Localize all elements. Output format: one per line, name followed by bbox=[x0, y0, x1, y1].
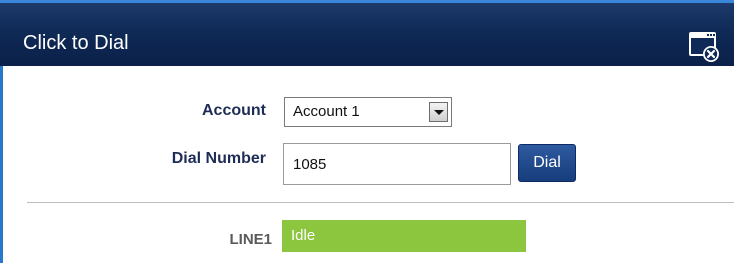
line-status-text: Idle bbox=[291, 227, 316, 244]
dial-number-label: Dial Number bbox=[171, 150, 266, 167]
line-label: LINE1 bbox=[229, 231, 272, 248]
dial-button[interactable]: Dial bbox=[518, 144, 576, 182]
chevron-down-icon[interactable] bbox=[429, 102, 448, 122]
window-close-icon[interactable] bbox=[686, 28, 722, 64]
window-title: Click to Dial bbox=[23, 32, 129, 54]
divider bbox=[27, 202, 734, 203]
account-select-value: Account 1 bbox=[293, 103, 360, 120]
dial-number-input[interactable] bbox=[283, 143, 511, 185]
click-to-dial-window: Click to Dial Account Account 1 Dial Num… bbox=[0, 0, 734, 263]
account-select[interactable]: Account 1 bbox=[284, 97, 452, 127]
account-label: Account bbox=[202, 102, 266, 119]
title-bar: Click to Dial bbox=[0, 0, 734, 66]
line-status-badge: Idle bbox=[282, 220, 526, 252]
